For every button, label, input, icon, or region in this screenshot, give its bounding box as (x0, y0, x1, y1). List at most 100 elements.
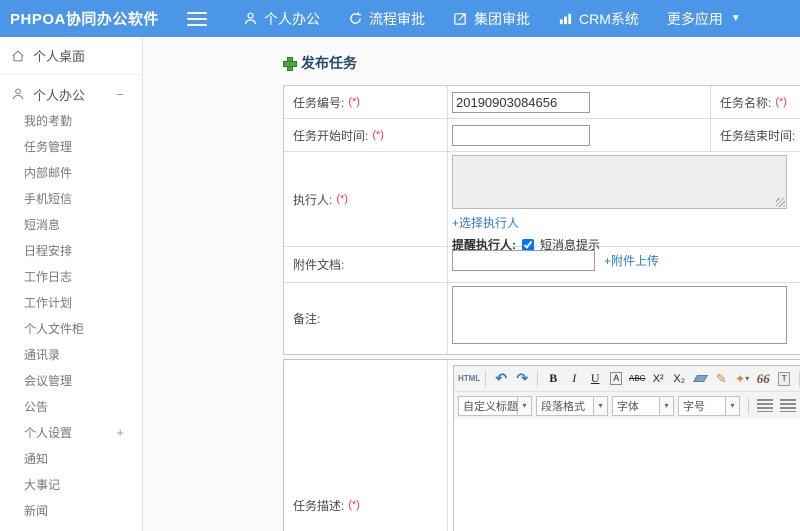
attachment-label: 附件文档: (284, 247, 448, 282)
undo-button[interactable]: ↶ (491, 369, 511, 389)
html-source-button[interactable]: HTML (458, 369, 480, 389)
end-time-label: 任务结束时间:(*) (720, 128, 800, 143)
sidebar-group-personal-office[interactable]: 个人办公 − (0, 81, 142, 107)
sidebar-group-label: 个人办公 (33, 87, 86, 103)
nav-group-approval[interactable]: 集团审批 (439, 0, 544, 37)
nav-crm-system[interactable]: CRM系统 (544, 0, 653, 37)
redo-button[interactable]: ↷ (512, 369, 532, 389)
editor-toolbar-row1: HTML ↶ ↷ B I U A ABC X² X₂ ✎ ✦ ▾ 66 T (454, 366, 800, 392)
sidebar-item-announcement[interactable]: 公告 (0, 393, 142, 419)
sidebar-item-personal-settings[interactable]: 个人设置 + (0, 419, 142, 445)
editor-toolbar-row2: 自定义标题 ▾ 段落格式 ▾ 字体 ▾ 字号 ▾ (454, 392, 800, 419)
sidebar-item-personal-cabinet[interactable]: 个人文件柜 (0, 315, 142, 341)
sidebar-item-memorabilia[interactable]: 大事记 (0, 471, 142, 497)
main-content: 发布任务 任务编号:(*) 任务名称:(*) 任务开始时间:(*) 任务结束时间… (143, 37, 800, 531)
sidebar-item-personal-desktop[interactable]: 个人桌面 (0, 37, 142, 75)
font-size-select[interactable]: 字号 ▾ (678, 395, 740, 416)
sidebar-item-label: 通知 (24, 451, 49, 466)
sidebar-item-mobile-sms[interactable]: 手机短信 (0, 185, 142, 211)
format-brush-button[interactable]: ✎ (711, 369, 731, 389)
sidebar-item-schedule[interactable]: 日程安排 (0, 237, 142, 263)
sidebar: 个人桌面 个人办公 − 我的考勤 任务管理 内部邮件 手机短信 短消息 日程安排… (0, 37, 143, 531)
sidebar-item-task-management[interactable]: 任务管理 (0, 133, 142, 159)
nav-personal-office[interactable]: 个人办公 (229, 0, 334, 37)
edit-icon (453, 11, 468, 26)
sidebar-item-internal-mail[interactable]: 内部邮件 (0, 159, 142, 185)
process-icon (348, 11, 363, 26)
sidebar-item-notice[interactable]: 通知 (0, 445, 142, 471)
collapse-minus-icon[interactable]: − (116, 87, 124, 102)
sidebar-item-label: 短消息 (24, 217, 61, 232)
subscript-button[interactable]: X₂ (669, 369, 689, 389)
sidebar-item-news[interactable]: 新闻 (0, 497, 142, 523)
caret-down-icon: ▼ (730, 13, 741, 24)
align-left-icon[interactable] (757, 399, 773, 412)
task-form-table: 任务编号:(*) 任务名称:(*) 任务开始时间:(*) 任务结束时间:(*) … (283, 85, 800, 355)
person-icon (243, 11, 258, 26)
paragraph-format-select[interactable]: 段落格式 ▾ (536, 395, 608, 416)
task-no-label: 任务编号: (*) (284, 86, 448, 118)
nav-label: 流程审批 (369, 10, 425, 27)
task-name-label: 任务名称: (*) (720, 95, 787, 110)
superscript-button[interactable]: X² (648, 369, 668, 389)
caret-down-icon: ▾ (594, 395, 608, 416)
paste-button[interactable]: T (774, 369, 794, 389)
sidebar-item-work-log[interactable]: 工作日志 (0, 263, 142, 289)
nav-workflow-approval[interactable]: 流程审批 (334, 0, 439, 37)
sidebar-item-label: 会议管理 (24, 373, 73, 388)
start-time-input[interactable] (452, 124, 590, 146)
font-family-select[interactable]: 字体 ▾ (612, 395, 674, 416)
person-icon (11, 87, 25, 101)
sidebar-item-label: 我的考勤 (24, 113, 73, 128)
sidebar-item-label: 内部邮件 (24, 165, 73, 180)
autotypeset-button[interactable]: ✦ ▾ (732, 369, 752, 389)
sidebar-item-contacts[interactable]: 通讯录 (0, 341, 142, 367)
nav-label: CRM系统 (579, 10, 639, 27)
sidebar-item-work-plan[interactable]: 工作计划 (0, 289, 142, 315)
caret-down-icon: ▾ (518, 395, 532, 416)
attachment-input[interactable] (452, 250, 595, 271)
start-time-label: 任务开始时间: (*) (284, 119, 448, 151)
attachment-upload-link[interactable]: +附件上传 (604, 252, 659, 269)
executor-box[interactable] (452, 155, 787, 209)
top-header: PHPOA协同办公软件 个人办公 流程审批 集团审批 CRM系统 更多应用 ▼ (0, 0, 800, 37)
clipboard-icon: T (778, 371, 791, 386)
sidebar-item-meeting-management[interactable]: 会议管理 (0, 367, 142, 393)
menu-toggle-icon[interactable] (187, 11, 207, 26)
expand-plus-icon[interactable]: + (116, 425, 124, 440)
sidebar-item-label: 工作计划 (24, 295, 73, 310)
sidebar-item-label: 手机短信 (24, 191, 73, 206)
blockquote-button[interactable]: 66 (753, 369, 773, 389)
choose-executor-link[interactable]: +选择执行人 (452, 216, 519, 230)
editor-content-area[interactable] (454, 419, 800, 531)
underline-button[interactable]: U (585, 369, 605, 389)
resize-grip-icon[interactable] (776, 198, 785, 207)
sidebar-item-label: 大事记 (24, 477, 61, 492)
char-border-button[interactable]: A (606, 369, 626, 389)
align-center-icon[interactable] (780, 399, 796, 412)
nav-more-apps[interactable]: 更多应用 ▼ (653, 0, 755, 37)
executor-label: 执行人: (*) (284, 152, 448, 246)
app-brand: PHPOA协同办公软件 (10, 11, 159, 28)
sidebar-item-my-attendance[interactable]: 我的考勤 (0, 107, 142, 133)
remark-textarea[interactable] (452, 286, 787, 344)
eraser-button[interactable] (690, 369, 710, 389)
sidebar-item-short-message[interactable]: 短消息 (0, 211, 142, 237)
description-label: 任务描述: (*) (284, 360, 448, 531)
eraser-icon (692, 375, 708, 382)
nav-label: 个人办公 (264, 10, 320, 27)
sidebar-item-label: 个人桌面 (33, 49, 86, 64)
sidebar-item-label: 通讯录 (24, 347, 61, 362)
strikethrough-button[interactable]: ABC (627, 369, 647, 389)
sidebar-item-label: 日程安排 (24, 243, 73, 258)
task-no-input[interactable] (452, 91, 590, 113)
page-title-text: 发布任务 (301, 55, 357, 71)
bar-chart-icon (558, 11, 573, 26)
top-nav: 个人办公 流程审批 集团审批 CRM系统 更多应用 ▼ (229, 0, 755, 37)
home-icon (11, 49, 25, 63)
italic-button[interactable]: I (564, 369, 584, 389)
bold-button[interactable]: B (543, 369, 563, 389)
heading-select[interactable]: 自定义标题 ▾ (458, 395, 532, 416)
caret-down-icon: ▾ (660, 395, 674, 416)
page-title: 发布任务 (283, 53, 357, 73)
